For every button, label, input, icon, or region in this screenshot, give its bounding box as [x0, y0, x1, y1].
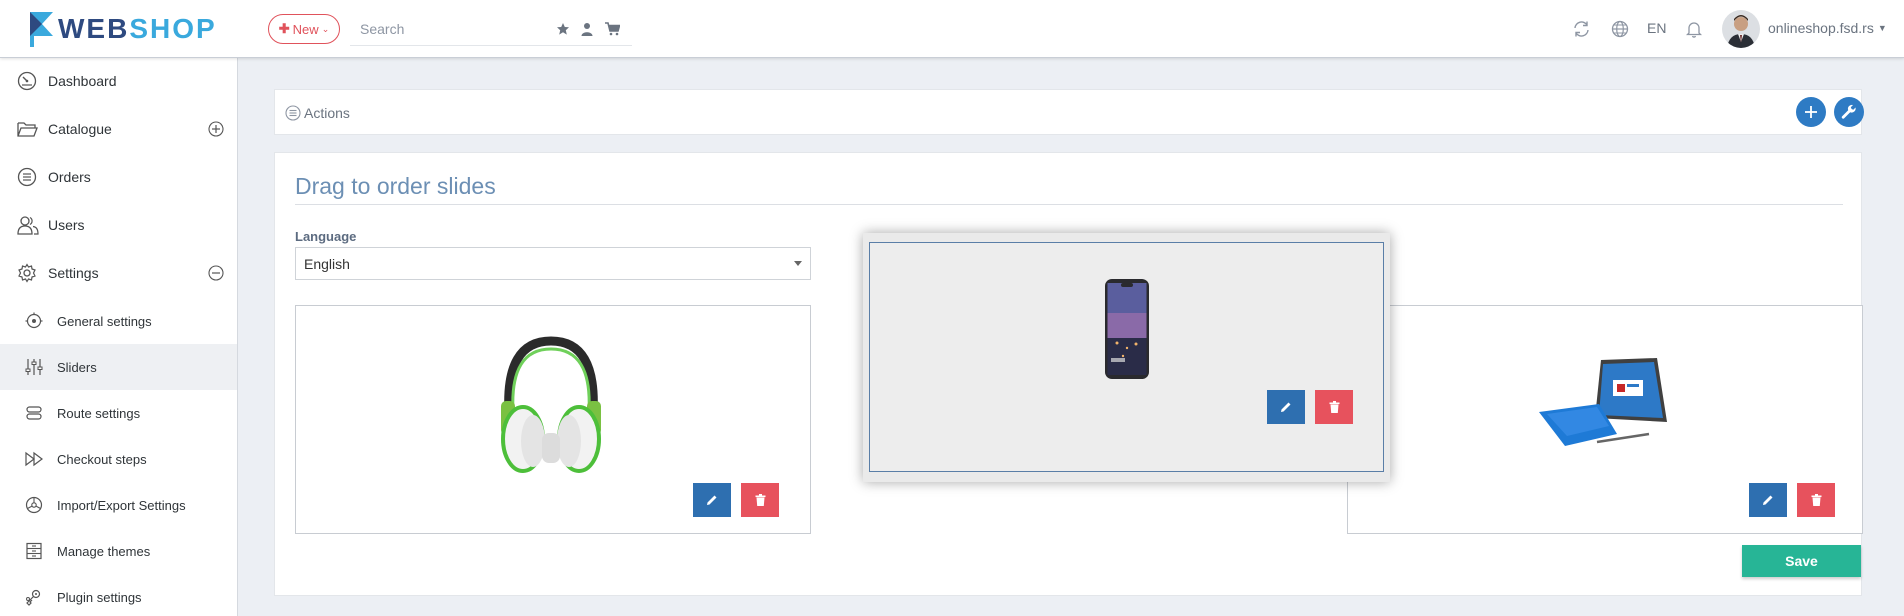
refresh-icon[interactable] — [1572, 20, 1591, 38]
sidebar-item-orders[interactable]: Orders — [0, 154, 237, 200]
sidebar-item-dashboard[interactable]: Dashboard — [0, 58, 237, 104]
logo-flag-icon — [30, 12, 53, 47]
sidebar-item-label: Users — [48, 217, 85, 233]
pencil-icon — [707, 495, 717, 505]
caret-down-icon: ▼ — [1877, 23, 1887, 33]
menu-circle-icon[interactable] — [285, 105, 301, 121]
globe-icon[interactable] — [1611, 20, 1629, 38]
route-icon — [26, 406, 42, 420]
sidebar-item-label: Catalogue — [48, 121, 112, 137]
cart-icon[interactable] — [605, 22, 620, 36]
page-title: Drag to order slides — [295, 173, 496, 199]
expand-icon[interactable] — [208, 121, 224, 137]
delete-slide-button[interactable] — [1315, 390, 1353, 424]
language-label: Language — [295, 229, 357, 244]
new-button-label: New — [292, 21, 319, 37]
collapse-icon[interactable] — [208, 265, 224, 281]
sidebar-item-label: Checkout steps — [57, 451, 147, 467]
sidebar-item-label: Settings — [48, 265, 99, 281]
sidebar-item-manage-themes[interactable]: Manage themes — [0, 528, 237, 574]
sidebar-item-route-settings[interactable]: Route settings — [0, 390, 237, 436]
trash-icon — [755, 494, 765, 506]
language-select-value: English — [304, 256, 350, 272]
star-icon[interactable] — [556, 22, 570, 36]
new-button[interactable]: ✚ New ⌄ — [268, 14, 340, 44]
search-input[interactable] — [360, 18, 550, 40]
slide-card-smartphone[interactable] — [869, 242, 1384, 472]
sidebar-item-label: Orders — [48, 169, 91, 185]
title-divider — [295, 204, 1843, 205]
tablet-laptop-image — [1539, 358, 1667, 446]
user-menu[interactable]: onlineshop.fsd.rs ▼ — [1768, 20, 1887, 36]
caret-down-icon — [794, 261, 802, 266]
fast-forward-icon — [25, 451, 43, 467]
list-icon — [17, 167, 37, 187]
slide-card-headphones[interactable] — [295, 305, 811, 534]
sidebar-item-plugin-settings[interactable]: Plugin settings — [0, 574, 237, 616]
smartphone-image — [1105, 279, 1149, 379]
import-export-icon — [25, 496, 43, 514]
actions-label[interactable]: Actions — [304, 105, 350, 121]
sliders-icon — [25, 359, 43, 375]
actions-bar: Actions — [274, 89, 1864, 135]
sidebar-item-checkout-steps[interactable]: Checkout steps — [0, 436, 237, 482]
trash-icon — [1329, 401, 1339, 413]
language-switcher[interactable]: EN — [1647, 20, 1666, 36]
tools-button[interactable] — [1834, 97, 1864, 127]
settings-circle-icon — [25, 312, 43, 329]
wrench-icon — [1841, 104, 1856, 119]
sidebar-item-settings[interactable]: Settings — [0, 250, 237, 296]
plugin-icon — [26, 589, 41, 606]
trash-icon — [1811, 494, 1821, 506]
username-label: onlineshop.fsd.rs — [1768, 20, 1874, 36]
themes-icon — [26, 542, 42, 560]
dashboard-icon — [17, 71, 37, 91]
sidebar-item-label: Import/Export Settings — [57, 497, 186, 513]
sidebar-item-label: General settings — [57, 313, 152, 329]
logo[interactable]: WEBSHOP — [28, 9, 217, 49]
sidebar-item-general-settings[interactable]: General settings — [0, 298, 237, 344]
dragging-slide-placeholder — [863, 233, 1390, 482]
gear-icon — [18, 263, 36, 283]
plus-icon — [1805, 106, 1817, 118]
sidebar-item-catalogue[interactable]: Catalogue — [0, 106, 237, 152]
edit-slide-button[interactable] — [693, 483, 731, 517]
headphones-image — [501, 336, 601, 473]
users-icon — [17, 216, 39, 235]
pencil-icon — [1763, 495, 1773, 505]
sidebar-item-sliders[interactable]: Sliders — [0, 344, 237, 390]
user-icon[interactable] — [581, 22, 593, 36]
sidebar-item-label: Plugin settings — [57, 589, 142, 605]
logo-text: WEBSHOP — [58, 13, 217, 44]
add-button[interactable] — [1796, 97, 1826, 127]
sidebar-item-label: Sliders — [57, 359, 97, 375]
edit-slide-button[interactable] — [1749, 483, 1787, 517]
slide-card-tablet[interactable] — [1347, 305, 1863, 534]
sidebar-item-import-export-settings[interactable]: Import/Export Settings — [0, 482, 237, 528]
bell-icon[interactable] — [1686, 20, 1702, 38]
top-bar: WEBSHOP ✚ New ⌄ EN onlineshop.fsd.rs ▼ — [0, 0, 1904, 58]
folder-icon — [17, 122, 38, 137]
plus-icon: ✚ — [278, 21, 290, 36]
search-bar — [350, 12, 632, 46]
sidebar-item-users[interactable]: Users — [0, 202, 237, 248]
sidebar-item-label: Dashboard — [48, 73, 117, 89]
sidebar: Dashboard Catalogue Orders Users Setting… — [0, 58, 238, 616]
save-button[interactable]: Save — [1742, 545, 1861, 577]
pencil-icon — [1281, 402, 1291, 412]
avatar[interactable] — [1722, 10, 1760, 48]
delete-slide-button[interactable] — [1797, 483, 1835, 517]
language-select[interactable]: English — [295, 247, 811, 280]
sidebar-item-label: Route settings — [57, 405, 141, 421]
edit-slide-button[interactable] — [1267, 390, 1305, 424]
chevron-down-icon: ⌄ — [321, 23, 330, 34]
delete-slide-button[interactable] — [741, 483, 779, 517]
sidebar-item-label: Manage themes — [57, 543, 151, 559]
